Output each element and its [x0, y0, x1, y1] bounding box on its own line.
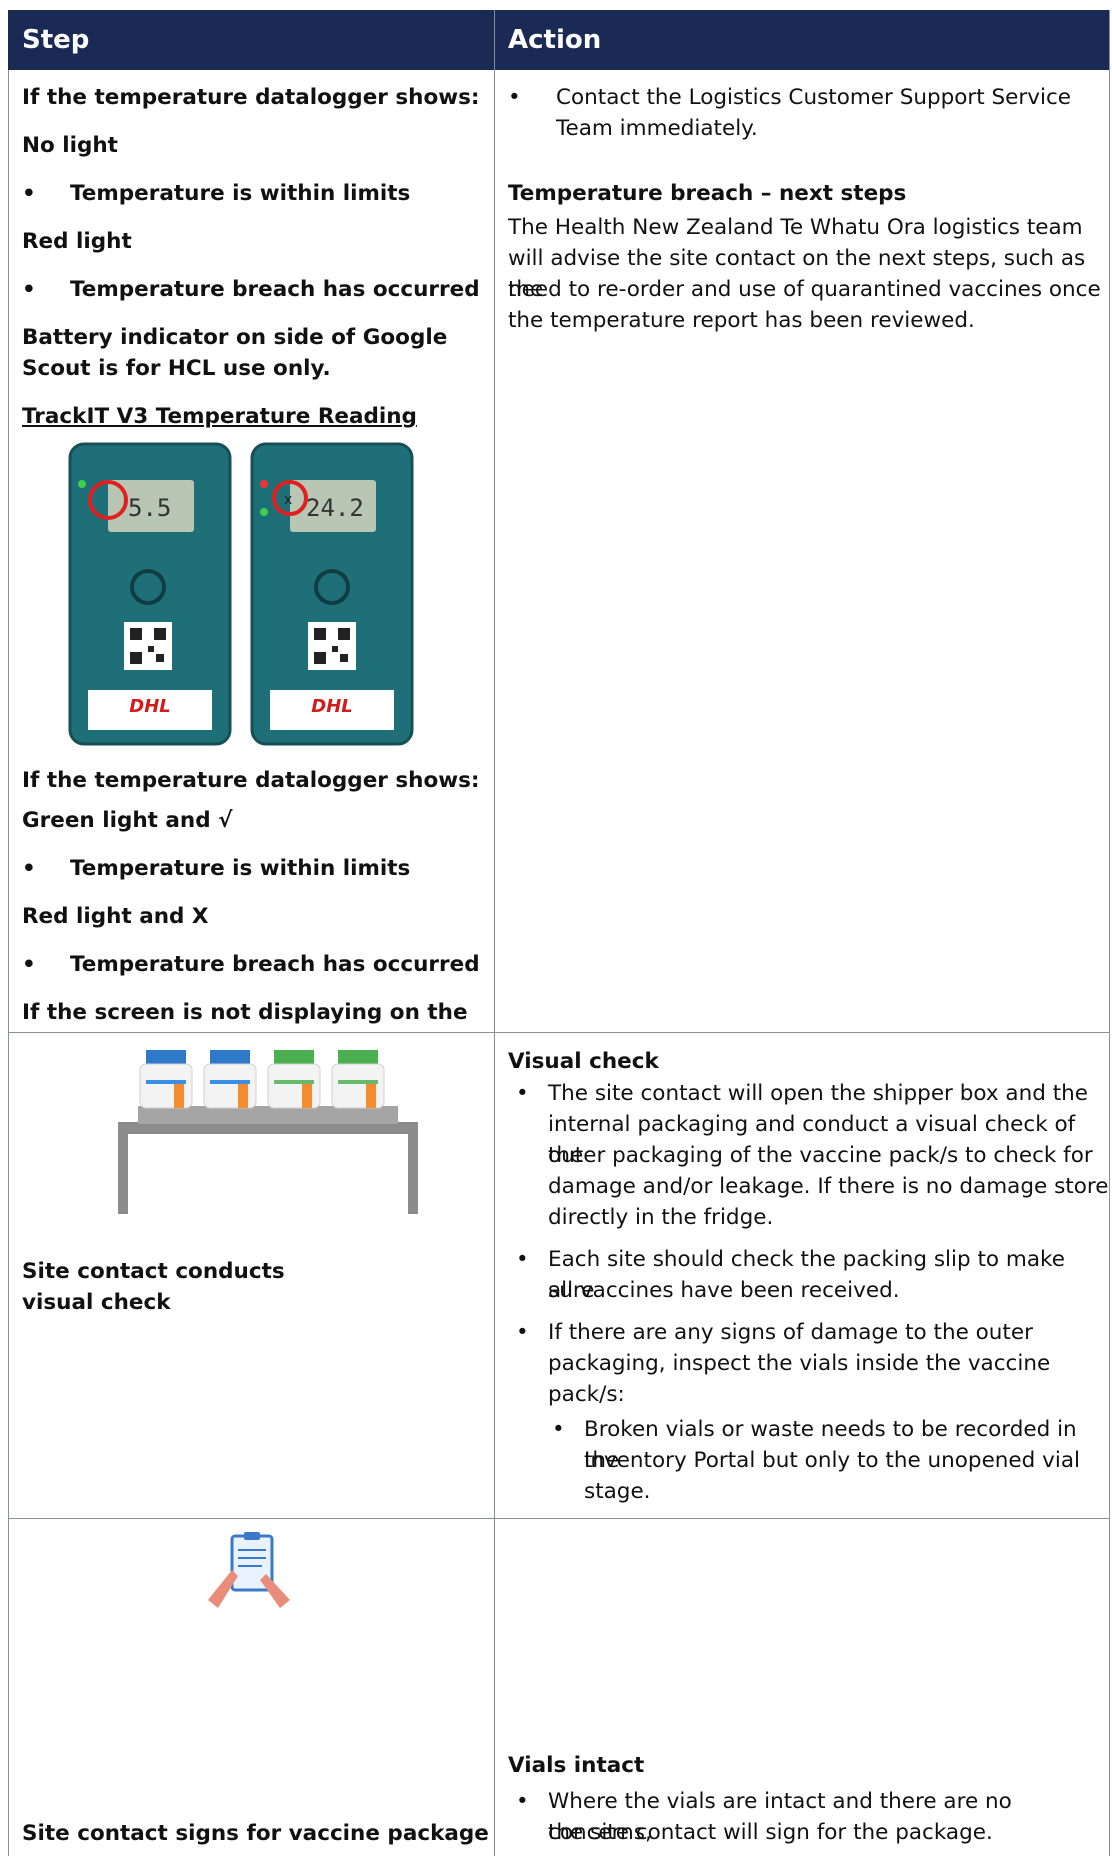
svg-text:x: x [284, 492, 292, 508]
no-light-label: No light [22, 133, 118, 158]
header-step: Step [22, 25, 90, 55]
screen-line-1: If the screen is not displaying on the [22, 1000, 468, 1025]
device2-reading: 24.2 [306, 494, 364, 522]
visual-check-step-2: visual check [22, 1290, 171, 1315]
b2-line-2: all vaccines have been received. [548, 1278, 900, 1303]
header-action: Action [508, 25, 602, 55]
s1-line-2: Inventory Portal but only to the unopene… [584, 1448, 1080, 1473]
signs-package-step: Site contact signs for vaccine package [22, 1821, 489, 1846]
row-divider-1 [8, 1032, 1110, 1033]
device2-brand: DHL [311, 696, 352, 717]
green-light-label: Green light and √ [22, 808, 233, 833]
bullet-dot: • [516, 1081, 529, 1106]
b3-line-3: pack/s: [548, 1382, 625, 1407]
bullet-dot: • [22, 181, 36, 206]
bullet-dot: • [516, 1789, 529, 1814]
step-shows-line: If the temperature datalogger shows: [22, 85, 480, 110]
clipboard-sign-icon [208, 1532, 290, 1608]
breach-para-4: the temperature report has been reviewed… [508, 308, 975, 333]
breach-heading: Temperature breach – next steps [508, 181, 907, 206]
red-light-label: Red light [22, 229, 132, 254]
column-divider [494, 10, 495, 1856]
vials-b1-line-2: the site contact will sign for the packa… [548, 1820, 993, 1845]
device-1: 5.5 DHL [68, 442, 232, 746]
s1-line-3: stage. [584, 1479, 651, 1504]
bullet-dot: • [508, 85, 521, 110]
left-border [8, 70, 9, 1856]
device1-brand: DHL [129, 696, 170, 717]
visual-check-heading: Visual check [508, 1049, 659, 1074]
row-divider-2 [8, 1518, 1110, 1519]
bullet-dot: • [516, 1247, 529, 1272]
within-limits-2: Temperature is within limits [70, 856, 411, 881]
procedure-table: Step Action If the temperature datalogge… [8, 10, 1110, 1856]
bullet-dot: • [22, 277, 36, 302]
battery-line-1: Battery indicator on side of Google [22, 325, 448, 350]
step-shows-line-2: If the temperature datalogger shows: [22, 768, 480, 793]
bullet-dot: • [22, 952, 36, 977]
breach-para-3: need to re-order and use of quarantined … [508, 277, 1101, 302]
device-2: 24.2 x DHL [250, 442, 414, 746]
contact-line-1: Contact the Logistics Customer Support S… [556, 85, 1071, 110]
b1-line-4: damage and/or leakage. If there is no da… [548, 1174, 1109, 1199]
red-light-x-label: Red light and X [22, 904, 209, 929]
b1-line-1: The site contact will open the shipper b… [548, 1081, 1088, 1106]
breach-para-1: The Health New Zealand Te Whatu Ora logi… [508, 215, 1083, 240]
battery-line-2: Scout is for HCL use only. [22, 356, 331, 381]
b3-line-1: If there are any signs of damage to the … [548, 1320, 1033, 1345]
vials-intact-heading: Vials intact [508, 1753, 645, 1778]
contact-line-2: Team immediately. [556, 116, 758, 141]
b1-line-5: directly in the fridge. [548, 1205, 774, 1230]
trackit-title: TrackIT V3 Temperature Reading [22, 404, 417, 429]
trackit-devices-image: 5.5 DHL 24.2 x DHL [68, 442, 414, 746]
vaccine-bottles-shelf-icon [118, 1050, 418, 1214]
device1-reading: 5.5 [128, 494, 171, 522]
visual-check-step-1: Site contact conducts [22, 1259, 285, 1284]
bullet-dot: • [516, 1320, 529, 1345]
b1-line-3: outer packaging of the vaccine pack/s to… [548, 1143, 1093, 1168]
bullet-dot: • [552, 1417, 565, 1442]
within-limits-1: Temperature is within limits [70, 181, 411, 206]
b3-line-2: packaging, inspect the vials inside the … [548, 1351, 1051, 1376]
table-header: Step Action [8, 10, 1110, 70]
bullet-dot: • [22, 856, 36, 881]
breach-occurred-1: Temperature breach has occurred [70, 277, 480, 302]
breach-occurred-2: Temperature breach has occurred [70, 952, 480, 977]
